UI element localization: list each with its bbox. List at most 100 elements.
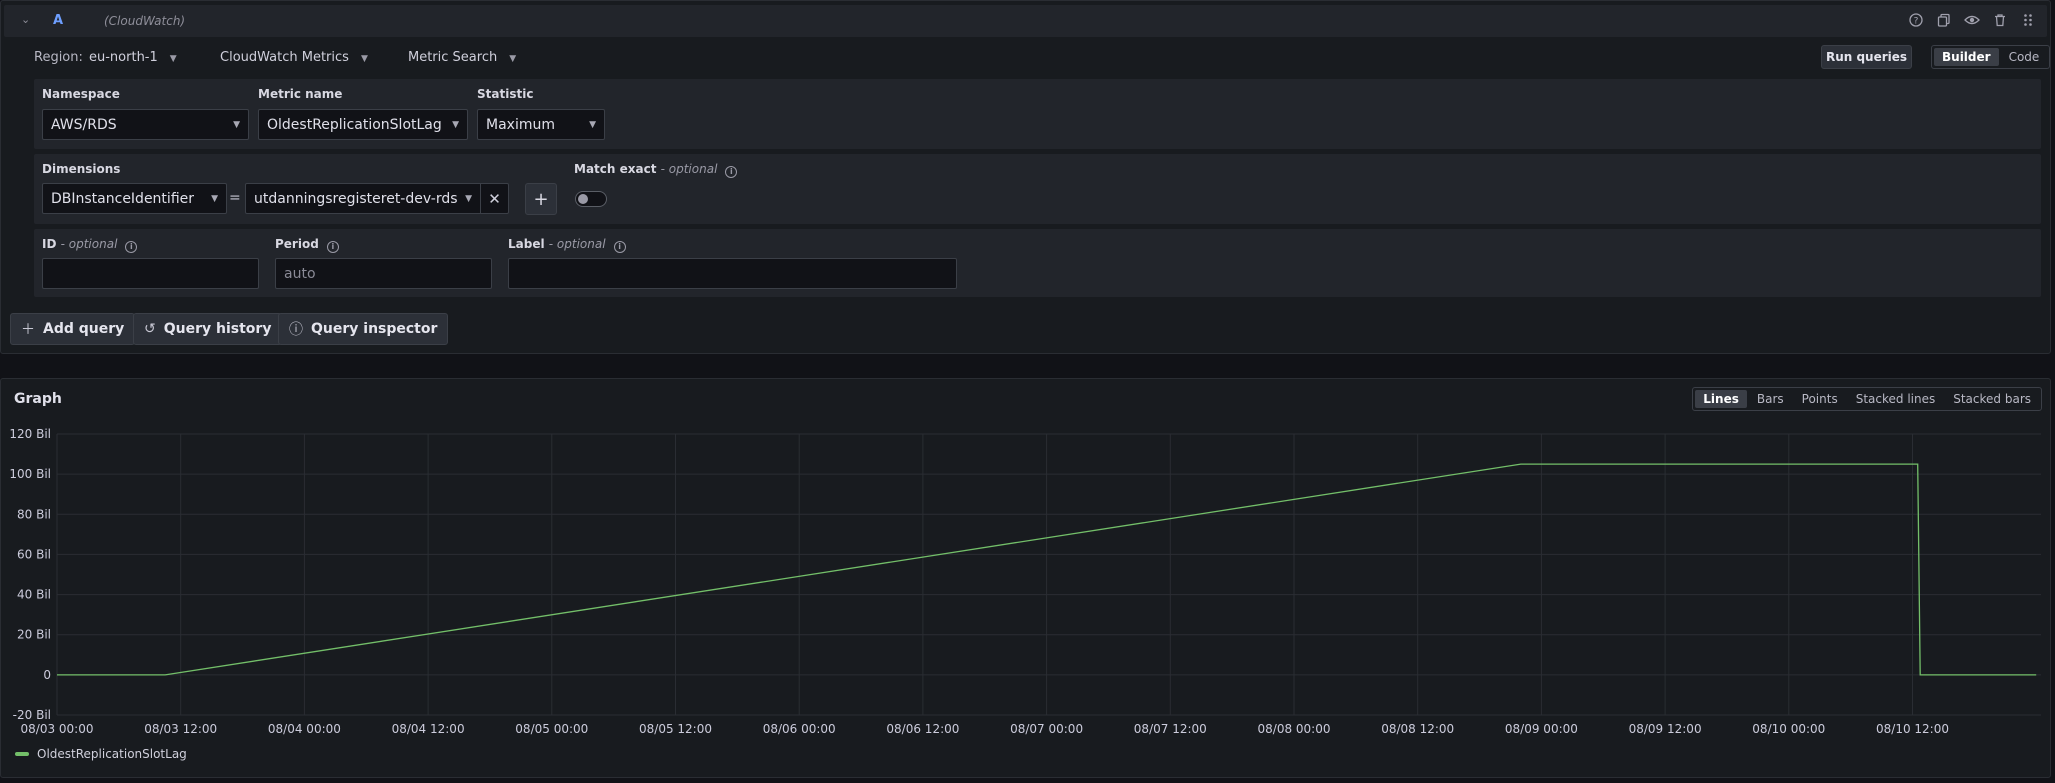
label-field-label: Label - optional i	[508, 237, 626, 253]
plus-icon: +	[533, 188, 549, 210]
drag-handle-icon[interactable]	[2019, 11, 2037, 29]
namespace-select[interactable]: AWS/RDS ▼	[42, 109, 249, 140]
match-exact-label: Match exact - optional i	[574, 162, 738, 178]
id-label-text: ID	[42, 237, 57, 251]
y-tick-label: 100 Bil	[9, 467, 51, 481]
x-tick-label: 08/08 00:00	[1258, 722, 1331, 736]
match-exact-text: Match exact	[574, 162, 657, 176]
info-icon[interactable]: i	[125, 241, 138, 253]
dimension-operator: =	[229, 190, 241, 206]
label-label-text: Label	[508, 237, 545, 251]
query-inspector-button[interactable]: ⓘ Query inspector	[278, 313, 449, 345]
options-card: ID - optional i Period i auto Label - opti…	[34, 229, 2041, 297]
x-tick-label: 08/05 00:00	[515, 722, 588, 736]
trash-icon[interactable]	[1991, 11, 2009, 29]
x-tick-label: 08/07 12:00	[1134, 722, 1207, 736]
region-select[interactable]: eu-north-1 ▼	[89, 50, 177, 65]
metric-name-select[interactable]: OldestReplicationSlotLag ▼	[258, 109, 468, 140]
dimensions-label: Dimensions	[42, 162, 121, 176]
x-tick-label: 08/03 12:00	[144, 722, 217, 736]
y-tick-label: 60 Bil	[17, 547, 51, 561]
metric-name-value: OldestReplicationSlotLag	[267, 116, 442, 133]
info-icon[interactable]: i	[613, 241, 626, 253]
y-tick-label: -20 Bil	[13, 708, 51, 722]
x-tick-label: 08/09 12:00	[1629, 722, 1702, 736]
query-inspector-label: Query inspector	[311, 321, 438, 337]
period-label: Period i	[275, 237, 339, 253]
namespace-value: AWS/RDS	[51, 116, 117, 133]
close-icon: ✕	[488, 189, 501, 208]
legend-swatch	[15, 752, 29, 756]
query-row-actions: ?	[1907, 11, 2037, 29]
x-tick-label: 08/04 00:00	[268, 722, 341, 736]
query-datasource: (CloudWatch)	[104, 14, 186, 28]
chevron-down-icon: ▼	[589, 119, 596, 130]
period-input[interactable]: auto	[275, 258, 492, 289]
chart-legend: OldestReplicationSlotLag	[15, 747, 187, 761]
x-tick-label: 08/03 00:00	[21, 722, 94, 736]
optional-text: - optional	[660, 162, 718, 176]
time-series-chart[interactable]: 120 Bil 100 Bil 80 Bil 60 Bil 40 Bil 20 Bil 0 -…	[1, 379, 2050, 777]
info-icon[interactable]: i	[326, 241, 339, 253]
y-tick-label: 20 Bil	[17, 628, 51, 642]
editor-mode-builder[interactable]: Builder	[1934, 48, 1999, 66]
label-input[interactable]	[508, 258, 957, 289]
dimensions-card: Dimensions DBInstanceIdentifier ▼ = utdan…	[34, 154, 2041, 224]
dimension-key-select[interactable]: DBInstanceIdentifier ▼	[42, 183, 227, 214]
info-circle-icon: ⓘ	[289, 322, 303, 338]
period-placeholder: auto	[284, 265, 316, 282]
id-input[interactable]	[42, 258, 259, 289]
service-value: CloudWatch Metrics	[220, 50, 349, 65]
x-tick-label: 08/06 00:00	[763, 722, 836, 736]
run-queries-button[interactable]: Run queries	[1821, 45, 1912, 69]
query-id[interactable]: A	[53, 13, 63, 28]
editor-mode-code[interactable]: Code	[2001, 48, 2048, 66]
collapse-chevron-icon[interactable]: ⌄	[21, 13, 30, 26]
toggle-knob	[578, 194, 588, 204]
plus-icon: ＋	[21, 322, 35, 338]
datasource-options-row: Region: eu-north-1 ▼ CloudWatch Metrics ▼ …	[1, 47, 2050, 69]
region-value: eu-north-1	[89, 50, 158, 65]
query-mode-select[interactable]: Metric Search ▼	[408, 50, 516, 65]
chevron-down-icon: ▼	[465, 193, 472, 204]
y-tick-label: 120 Bil	[9, 427, 51, 441]
editor-mode-toggle: Builder Code	[1931, 45, 2051, 69]
statistic-value: Maximum	[486, 116, 555, 133]
history-icon: ↺	[144, 321, 156, 337]
duplicate-icon[interactable]	[1935, 11, 1953, 29]
y-tick-label: 40 Bil	[17, 588, 51, 602]
graph-panel: Graph Lines Bars Points Stacked lines St…	[0, 378, 2051, 778]
statistic-label: Statistic	[477, 87, 534, 101]
remove-dimension-button[interactable]: ✕	[481, 183, 509, 214]
chevron-down-icon: ▼	[360, 54, 368, 64]
x-tick-label: 08/08 12:00	[1381, 722, 1454, 736]
query-history-label: Query history	[163, 321, 272, 337]
add-query-button[interactable]: ＋ Add query	[10, 313, 136, 345]
x-tick-label: 08/05 12:00	[639, 722, 712, 736]
dimension-value: utdanningsregisteret-dev-rds	[254, 190, 458, 207]
y-tick-label: 0	[43, 668, 51, 682]
chevron-down-icon: ▼	[169, 54, 177, 64]
eye-icon[interactable]	[1963, 11, 1981, 29]
query-editor-panel: ⌄ A (CloudWatch) ? Region: eu-north-1 ▼ C…	[0, 0, 2051, 354]
info-icon[interactable]: i	[725, 166, 738, 178]
match-exact-toggle[interactable]	[575, 191, 607, 207]
x-tick-label: 08/04 12:00	[392, 722, 465, 736]
x-tick-label: 08/06 12:00	[886, 722, 959, 736]
legend-series-name[interactable]: OldestReplicationSlotLag	[37, 747, 187, 761]
query-row-header: ⌄ A (CloudWatch) ?	[4, 5, 2047, 37]
add-dimension-button[interactable]: +	[525, 183, 557, 215]
dimension-value-select[interactable]: utdanningsregisteret-dev-rds ▼	[245, 183, 481, 214]
query-history-button[interactable]: ↺ Query history	[133, 313, 283, 345]
y-tick-label: 80 Bil	[17, 507, 51, 521]
metric-selection-card: Namespace AWS/RDS ▼ Metric name OldestRep…	[34, 79, 2041, 149]
chevron-down-icon: ▼	[452, 119, 459, 130]
svg-text:?: ?	[1914, 17, 1919, 27]
chevron-down-icon: ▼	[211, 193, 218, 204]
service-select[interactable]: CloudWatch Metrics ▼	[220, 50, 368, 65]
statistic-select[interactable]: Maximum ▼	[477, 109, 605, 140]
help-icon[interactable]: ?	[1907, 11, 1925, 29]
chevron-down-icon: ▼	[233, 119, 240, 130]
x-tick-label: 08/07 00:00	[1010, 722, 1083, 736]
optional-text: - optional	[548, 237, 606, 251]
